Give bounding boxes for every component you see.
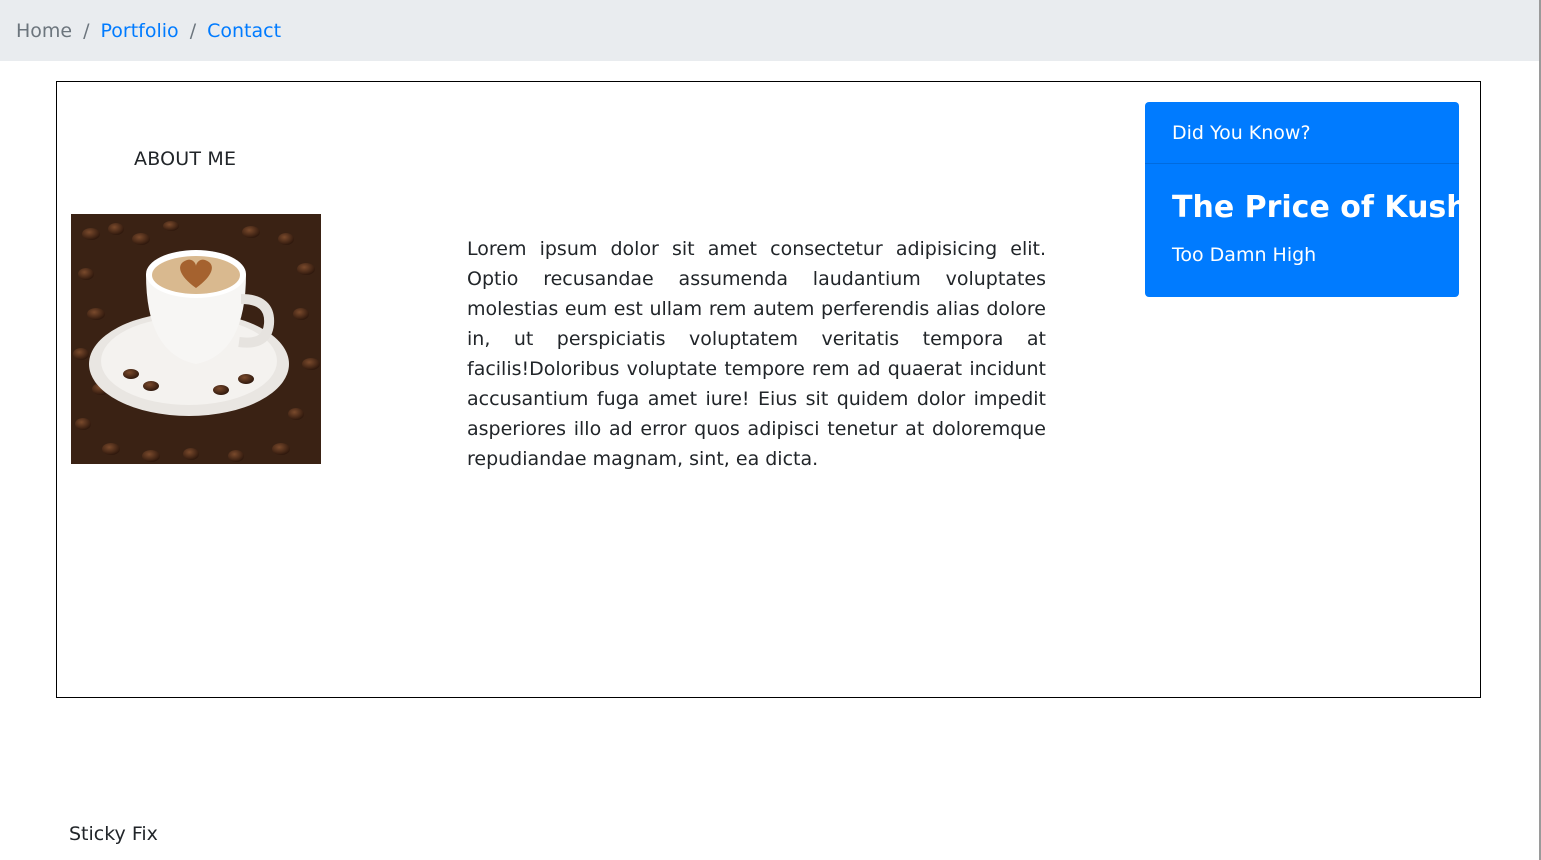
card-title: The Price of Kush	[1172, 190, 1459, 225]
page: Home / Portfolio / Contact ABOUT ME Lore…	[0, 0, 1541, 860]
card-text: Too Damn High	[1172, 244, 1317, 266]
breadcrumb-home: Home	[16, 19, 73, 42]
footer-text: Sticky Fix	[69, 823, 158, 845]
breadcrumb-contact-link[interactable]: Contact	[207, 20, 281, 42]
breadcrumb-separator: /	[83, 19, 90, 42]
card-header: Did You Know?	[1145, 102, 1459, 164]
coffee-cup-illustration	[71, 214, 321, 464]
breadcrumb: Home / Portfolio / Contact	[0, 0, 1539, 61]
info-card: Did You Know? The Price of Kush Too Damn…	[1145, 102, 1459, 297]
about-title: ABOUT ME	[134, 148, 237, 170]
about-section: ABOUT ME Lorem ipsum dolor sit amet cons…	[56, 81, 1481, 698]
about-text: Lorem ipsum dolor sit amet consectetur a…	[467, 238, 1046, 470]
breadcrumb-portfolio-link[interactable]: Portfolio	[101, 20, 179, 42]
breadcrumb-separator: /	[189, 19, 197, 42]
coffee-cup-image	[71, 214, 321, 464]
